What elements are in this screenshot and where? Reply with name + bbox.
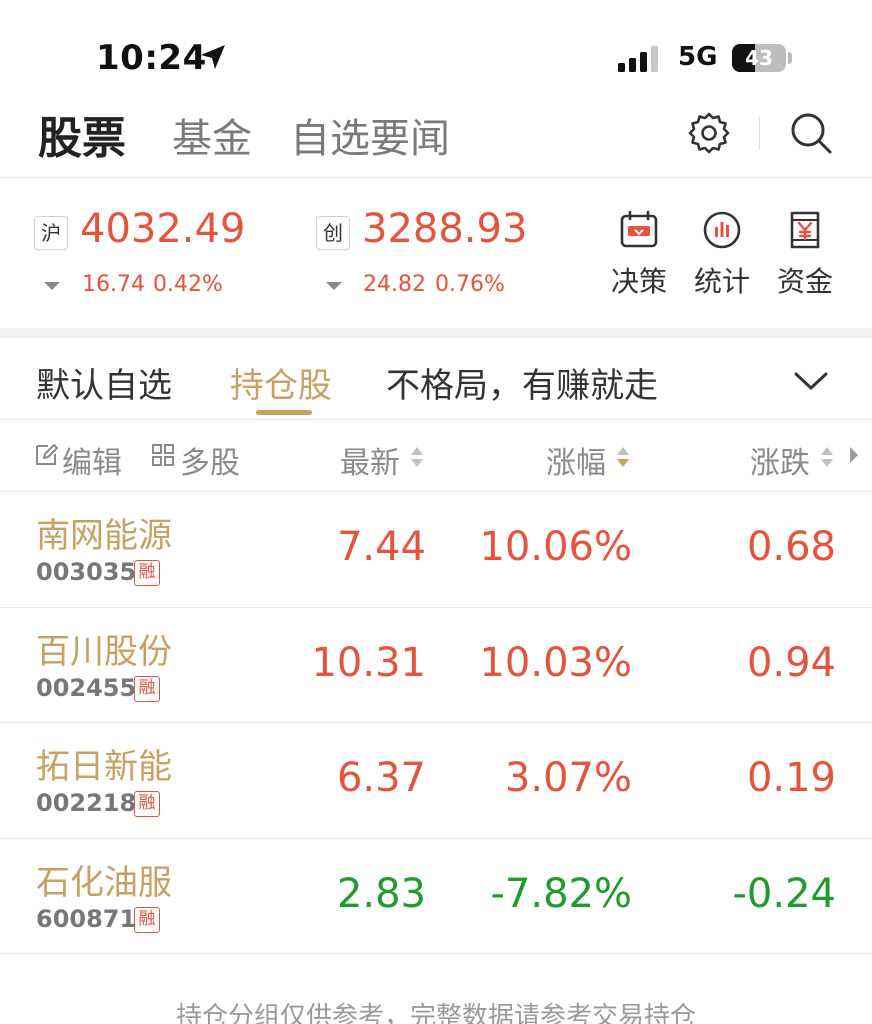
margin-trading-badge: 融 (134, 791, 160, 817)
index-trend-arrow-icon (44, 282, 60, 290)
stock-change-percent: 10.06% (479, 524, 632, 570)
group-tab-custom[interactable]: 不格局，有赚就走 (386, 358, 658, 407)
sort-up-icon (411, 447, 423, 455)
margin-trading-badge: 融 (134, 560, 160, 586)
index-change-cy: 24.82 (363, 272, 426, 297)
stock-row[interactable]: 石化油服 600871 融 2.83 -7.82% -0.24 (0, 839, 872, 954)
stock-change: -0.24 (732, 870, 837, 917)
stock-price: 10.31 (311, 639, 426, 686)
stock-price: 6.37 (336, 755, 426, 801)
stock-row[interactable]: 南网能源 003035 融 7.44 10.06% 0.68 (0, 492, 872, 608)
network-type: 5G (678, 42, 718, 72)
stock-row[interactable]: 拓日新能 002218 融 6.37 3.07% 0.19 (0, 723, 872, 839)
sort-down-active-icon (617, 459, 629, 467)
column-header: 编辑 多股 最新 涨幅 涨跌 (0, 420, 872, 492)
stock-code: 003035 (36, 558, 137, 586)
quick-action-funds[interactable]: 资金 (765, 260, 845, 300)
edit-icon[interactable] (34, 443, 58, 467)
group-tab-holdings[interactable]: 持仓股 (230, 358, 332, 407)
scroll-right-arrow-icon[interactable] (850, 447, 858, 463)
edit-button[interactable]: 编辑 (62, 438, 122, 482)
yuan-funds-icon[interactable] (783, 208, 827, 252)
gear-icon[interactable] (686, 110, 732, 156)
stock-change-percent: 3.07% (504, 755, 632, 801)
stock-row[interactable]: 百川股份 002455 融 10.31 10.03% 0.94 (0, 608, 872, 723)
section-divider (0, 328, 872, 338)
grid-icon[interactable] (152, 444, 176, 466)
stock-name: 拓日新能 (36, 747, 172, 787)
stock-list: 南网能源 003035 融 7.44 10.06% 0.68 百川股份 0024… (0, 492, 872, 954)
index-change-sh: 16.74 (82, 272, 145, 297)
margin-trading-badge: 融 (134, 675, 160, 702)
stock-change: 0.94 (746, 639, 836, 686)
sort-percent-icon[interactable] (617, 447, 629, 469)
index-badge-sh: 沪 (34, 216, 68, 250)
sort-latest-icon[interactable] (411, 447, 423, 469)
stock-change-percent: -7.82% (490, 870, 632, 917)
quick-action-decision[interactable]: 决策 (599, 260, 679, 300)
watchlist-group-tabs: 默认自选 持仓股 不格局，有赚就走 (0, 338, 872, 420)
stock-name: 石化油服 (36, 862, 172, 903)
column-change[interactable]: 涨跌 (750, 438, 810, 482)
margin-trading-badge: 融 (134, 906, 160, 933)
stock-code: 600871 (36, 904, 137, 933)
tab-stocks[interactable]: 股票 (38, 102, 126, 166)
multi-stock-button[interactable]: 多股 (180, 438, 240, 482)
sort-up-icon (617, 447, 629, 455)
index-trend-arrow-icon (326, 282, 342, 290)
footer-note: 持仓分组仅供参考，完整数据请参考交易持仓 (175, 1002, 696, 1024)
battery-cap (788, 52, 792, 64)
stock-change: 0.68 (746, 524, 836, 570)
index-value-sh[interactable]: 4032.49 (80, 206, 245, 252)
quick-action-stats[interactable]: 统计 (682, 260, 762, 300)
chevron-down-icon[interactable] (792, 362, 830, 400)
stock-change-percent: 10.03% (479, 639, 632, 686)
stock-code: 002455 (36, 673, 137, 702)
sort-change-icon[interactable] (821, 447, 833, 469)
group-tab-default[interactable]: 默认自选 (36, 358, 172, 407)
sort-down-icon (821, 459, 833, 467)
stock-change: 0.19 (746, 755, 836, 801)
sort-up-icon (821, 447, 833, 455)
index-percent-cy: 0.76% (435, 272, 505, 297)
index-value-cy[interactable]: 3288.93 (362, 206, 527, 252)
status-time: 10:24 (96, 38, 207, 78)
sort-down-icon (411, 459, 423, 467)
calendar-decision-icon[interactable] (617, 208, 661, 252)
toolbar-divider (759, 116, 760, 150)
stock-code: 002218 (36, 789, 137, 817)
index-percent-sh: 0.42% (153, 272, 223, 297)
index-summary: 沪 4032.49 16.74 0.42% 创 3288.93 24.82 0.… (0, 178, 872, 328)
top-tab-bar: 股票 基金 自选要闻 (0, 100, 872, 178)
column-latest-price[interactable]: 最新 (340, 438, 400, 482)
location-arrow-icon (201, 45, 225, 69)
search-icon[interactable] (788, 110, 834, 156)
tab-watchlist-news[interactable]: 自选要闻 (290, 106, 450, 164)
index-badge-cy: 创 (316, 216, 350, 250)
status-bar: 10:24 5G 43 (0, 0, 872, 100)
stock-price: 7.44 (336, 524, 426, 570)
active-tab-underline (256, 410, 312, 415)
battery-percent: 43 (745, 46, 773, 70)
tab-funds[interactable]: 基金 (172, 106, 252, 164)
stock-name: 百川股份 (36, 631, 172, 672)
cellular-signal-icon (618, 46, 658, 72)
column-change-percent[interactable]: 涨幅 (546, 438, 606, 482)
stock-price: 2.83 (336, 870, 426, 917)
stock-name: 南网能源 (36, 516, 172, 556)
stats-chart-icon[interactable] (700, 208, 744, 252)
battery-icon: 43 (732, 44, 786, 72)
